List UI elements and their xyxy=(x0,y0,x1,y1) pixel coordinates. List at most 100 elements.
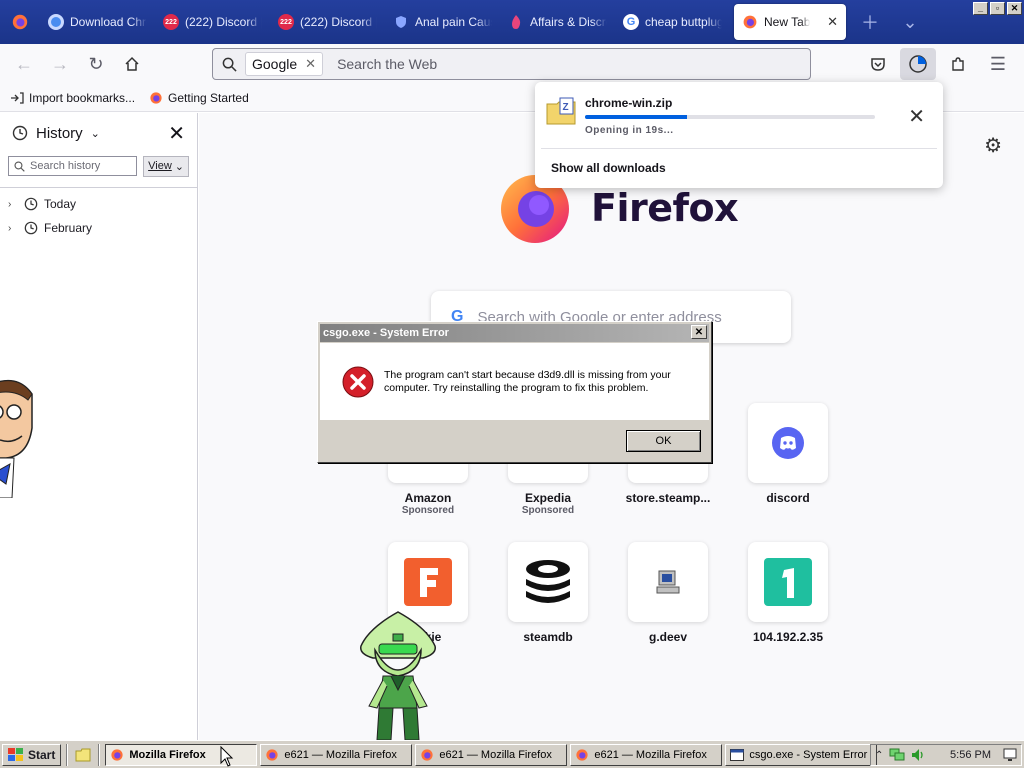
network-icon[interactable] xyxy=(889,748,905,762)
search-icon xyxy=(14,160,25,172)
reload-button[interactable]: ↻ xyxy=(78,48,114,80)
forward-button[interactable]: → xyxy=(42,48,78,80)
gear-icon[interactable]: ⚙ xyxy=(984,133,1002,158)
download-progress-fill xyxy=(585,115,687,119)
sidebar-title: History xyxy=(36,124,83,142)
tab-label: Anal pain Caus xyxy=(415,15,492,29)
computer-icon xyxy=(656,570,680,594)
taskbar-separator xyxy=(98,743,101,766)
download-progress-bar xyxy=(585,115,875,119)
top-site-g-deev[interactable]: g.deev xyxy=(608,542,728,644)
history-tree: › Today › February xyxy=(0,188,197,240)
clock: 5:56 PM xyxy=(950,749,991,761)
top-site-ip-address[interactable]: 104.192.2.35 xyxy=(728,542,848,644)
pocket-icon xyxy=(871,58,885,71)
history-group-today[interactable]: › Today xyxy=(0,192,197,216)
mouse-cursor-icon xyxy=(220,746,234,767)
tab-strip: Download Chro 222 (222) Discord | 222 (2… xyxy=(0,0,1024,44)
tab-discord-2[interactable]: 222 (222) Discord | xyxy=(270,4,385,40)
app-menu-button[interactable]: ☰ xyxy=(980,48,1016,80)
sidebar-header[interactable]: History ⌄ ✕ xyxy=(0,113,197,153)
bookmark-getting-started[interactable]: Getting Started xyxy=(149,91,249,105)
monitor-icon[interactable] xyxy=(1003,748,1017,762)
search-engine-chip[interactable]: Google ✕ xyxy=(245,52,324,76)
pocket-button[interactable] xyxy=(860,48,896,80)
minimize-button[interactable]: _ xyxy=(973,2,988,15)
tile-icon-box xyxy=(508,542,588,622)
task-label: Mozilla Firefox xyxy=(129,748,206,761)
tray-expand-icon[interactable]: ⌃ xyxy=(875,750,883,761)
new-tab-button[interactable]: ＋ xyxy=(854,6,886,38)
search-history-input[interactable]: Search history xyxy=(8,156,138,176)
quick-launch-desktop[interactable] xyxy=(73,745,93,765)
tile-label: Amazon xyxy=(404,491,452,505)
ok-button[interactable]: OK xyxy=(626,430,701,452)
tab-affairs[interactable]: Affairs & Discre xyxy=(500,4,615,40)
arrow-right-icon: → xyxy=(51,53,69,74)
firefox-view-button[interactable] xyxy=(0,0,40,44)
dialog-title-bar[interactable]: csgo.exe - System Error xyxy=(320,324,709,342)
system-error-dialog: csgo.exe - System Error ✕ The program ca… xyxy=(317,321,712,463)
tab-download-chrome[interactable]: Download Chro xyxy=(40,4,155,40)
url-bar[interactable]: Google ✕ Search the Web xyxy=(212,48,811,80)
volume-icon[interactable] xyxy=(911,748,925,762)
dialog-body: The program can't start because d3d9.dll… xyxy=(320,343,709,420)
history-group-february[interactable]: › February xyxy=(0,216,197,240)
close-window-button[interactable]: ✕ xyxy=(1007,2,1022,15)
tab-discord-1[interactable]: 222 (222) Discord | xyxy=(155,4,270,40)
expand-arrow-icon[interactable]: › xyxy=(8,223,18,234)
task-label: csgo.exe - System Error xyxy=(749,748,868,761)
flame-icon xyxy=(508,14,524,30)
list-all-tabs-button[interactable]: ⌄ xyxy=(894,6,926,38)
close-tab-icon[interactable]: ✕ xyxy=(827,14,838,30)
google-icon: G xyxy=(623,14,639,30)
tab-google-search[interactable]: G cheap buttplug xyxy=(615,4,730,40)
number-one-icon xyxy=(764,558,812,606)
steamdb-icon xyxy=(526,560,570,603)
expand-arrow-icon[interactable]: › xyxy=(8,199,18,210)
home-button[interactable] xyxy=(114,48,150,80)
tile-label: steamdb xyxy=(523,630,573,644)
arrow-left-icon: ← xyxy=(15,53,33,74)
tab-new-tab[interactable]: New Tab ✕ xyxy=(734,4,846,40)
task-label: e621 — Mozilla Firefox xyxy=(594,748,707,761)
taskbar-item-e621-2[interactable]: e621 — Mozilla Firefox xyxy=(415,743,568,766)
tile-icon-box xyxy=(748,403,828,483)
firefox-icon xyxy=(576,748,588,761)
window-icon xyxy=(730,748,745,761)
reload-icon: ↻ xyxy=(88,53,104,74)
downloads-button[interactable] xyxy=(900,48,936,80)
bookmark-import[interactable]: Import bookmarks... xyxy=(10,91,135,105)
tab-anal-pain[interactable]: Anal pain Caus xyxy=(385,4,500,40)
top-site-steamdb[interactable]: steamdb xyxy=(488,542,608,644)
download-progress-icon xyxy=(909,55,927,73)
extensions-button[interactable] xyxy=(940,48,976,80)
firefox-icon xyxy=(266,748,278,761)
error-icon xyxy=(342,366,374,397)
zip-file-icon: Z xyxy=(546,97,576,125)
remove-engine-icon[interactable]: ✕ xyxy=(305,56,316,72)
windows-logo-icon xyxy=(8,747,23,761)
taskbar-item-firefox[interactable]: Mozilla Firefox xyxy=(105,743,258,766)
search-engine-label: Google xyxy=(252,56,298,72)
restore-button[interactable]: ▫ xyxy=(990,2,1005,15)
back-button[interactable]: ← xyxy=(6,48,42,80)
taskbar-item-system-error[interactable]: csgo.exe - System Error xyxy=(725,743,878,766)
taskbar-item-e621-3[interactable]: e621 — Mozilla Firefox xyxy=(570,743,723,766)
top-site-discord[interactable]: discord xyxy=(728,403,848,505)
start-button[interactable]: Start xyxy=(2,743,62,766)
tile-label: g.deev xyxy=(648,630,687,644)
tab-label: cheap buttplug xyxy=(645,15,722,29)
taskbar-item-e621-1[interactable]: e621 — Mozilla Firefox xyxy=(260,743,413,766)
view-menu-button[interactable]: View ⌄ xyxy=(143,155,189,177)
chevron-down-icon: ⌄ xyxy=(90,127,100,140)
close-sidebar-icon[interactable]: ✕ xyxy=(168,121,185,146)
download-item[interactable]: Z chrome-win.zip Opening in 19s... xyxy=(545,96,935,136)
home-icon xyxy=(125,56,139,71)
cancel-download-icon[interactable]: ✕ xyxy=(908,104,925,129)
tab-label: Download Chro xyxy=(70,15,147,29)
dialog-close-button[interactable]: ✕ xyxy=(691,325,707,339)
divider xyxy=(541,148,937,149)
show-all-downloads-link[interactable]: Show all downloads xyxy=(551,161,666,175)
search-icon xyxy=(213,57,245,72)
